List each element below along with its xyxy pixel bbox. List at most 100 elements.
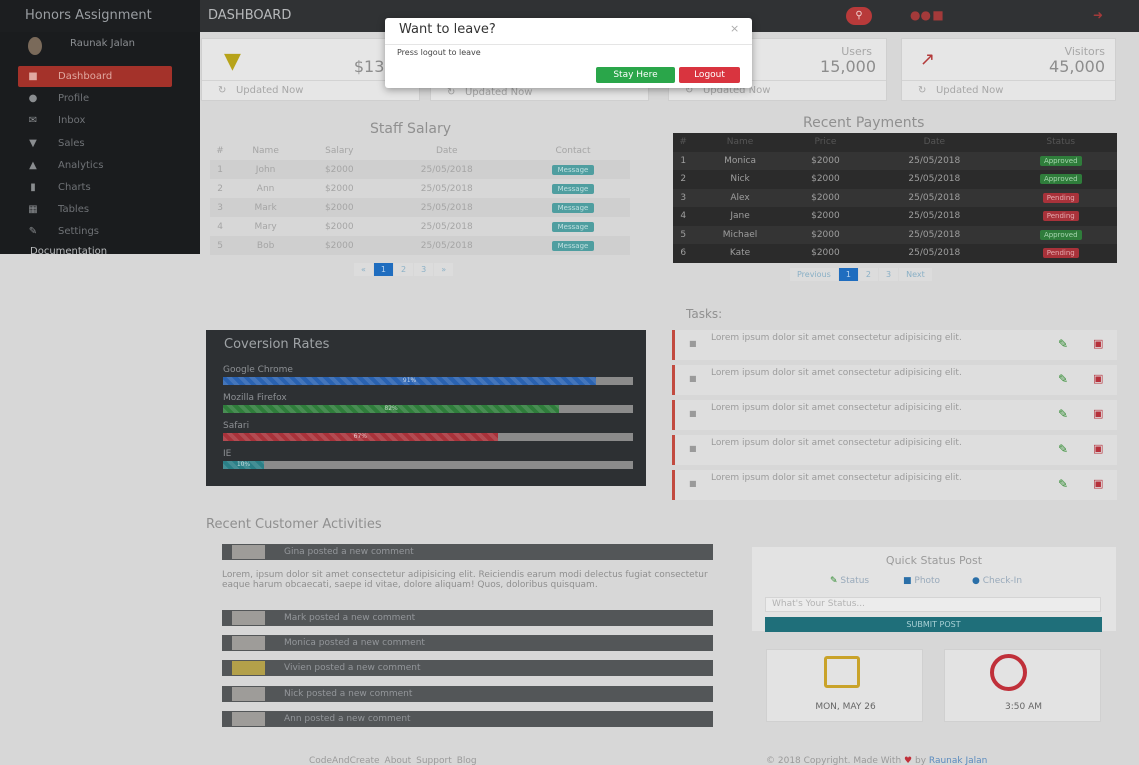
progress-track: 91% bbox=[223, 377, 633, 385]
message-button[interactable]: Message bbox=[551, 202, 595, 213]
submit-post-button[interactable]: SUBMIT POST bbox=[765, 617, 1102, 632]
card-footer: ↻ Updated Now bbox=[902, 80, 1115, 101]
footer-link[interactable]: About bbox=[385, 756, 412, 765]
brand-title[interactable]: Honors Assignment bbox=[0, 0, 200, 32]
message-button[interactable]: Message bbox=[551, 221, 595, 232]
pager-page-2[interactable]: 2 bbox=[858, 268, 878, 281]
progress-fill-firefox: 82% bbox=[223, 405, 560, 413]
footer-link[interactable]: CodeAndCreate bbox=[309, 756, 380, 765]
table-cell: $2000 bbox=[301, 160, 378, 179]
table-cell: $2000 bbox=[324, 183, 354, 194]
progress-text: 91% bbox=[402, 377, 417, 384]
sidebar-item-analytics[interactable]: ▲ Analytics bbox=[18, 155, 172, 176]
logout-icon[interactable]: ➜ bbox=[1090, 8, 1106, 22]
status-input[interactable]: What's Your Status... bbox=[765, 597, 1101, 612]
conversion-rates-title: Coversion Rates bbox=[224, 337, 330, 352]
recent-payments-title: Recent Payments bbox=[803, 115, 925, 131]
sidebar-item-charts[interactable]: ▮ Charts bbox=[18, 177, 172, 198]
sidebar-item-label: Dashboard bbox=[58, 71, 113, 82]
sidebar-item-tables[interactable]: ▦ Tables bbox=[18, 199, 172, 220]
pager-prev[interactable]: « bbox=[354, 263, 373, 276]
pager-next[interactable]: Next bbox=[899, 268, 932, 281]
pager-page-2[interactable]: 2 bbox=[394, 263, 414, 276]
table-cell: $2000 bbox=[786, 225, 865, 244]
activity-item[interactable]: Nick posted a new comment bbox=[222, 686, 713, 702]
sidebar-item-label: Sales bbox=[58, 138, 85, 149]
author-link[interactable]: Raunak Jalan bbox=[929, 756, 987, 765]
pager-previous[interactable]: Previous bbox=[790, 268, 838, 281]
task-text: Lorem ipsum dolor sit amet consectetur a… bbox=[711, 333, 962, 343]
footer-link[interactable]: Support bbox=[416, 756, 452, 765]
trash-icon[interactable]: ▣ bbox=[1093, 442, 1103, 455]
activity-item[interactable]: Gina posted a new comment bbox=[222, 544, 713, 560]
option-label: Check-In bbox=[982, 576, 1023, 586]
grip-icon: ■ bbox=[689, 374, 697, 383]
column-header: Name bbox=[252, 145, 279, 156]
refresh-icon: ↻ bbox=[447, 87, 456, 98]
table-cell: Pending bbox=[1004, 207, 1117, 226]
pager-page-3[interactable]: 3 bbox=[879, 268, 899, 281]
edit-icon[interactable]: ✎ bbox=[1058, 442, 1068, 456]
sidebar-item-documentation[interactable]: Documentation bbox=[30, 246, 107, 257]
pager-page-3[interactable]: 3 bbox=[414, 263, 434, 276]
table-cell: 5 bbox=[673, 225, 694, 244]
check-in-option[interactable]: ● Check-In bbox=[972, 576, 1022, 586]
staff-pagination: «1 2 3» bbox=[354, 263, 454, 276]
sidebar-item-profile[interactable]: ● Profile bbox=[18, 88, 172, 109]
bell-icon[interactable]: ■ bbox=[930, 8, 946, 22]
photo-option[interactable]: ■ Photo bbox=[903, 576, 940, 586]
activity-item[interactable]: Vivien posted a new comment bbox=[222, 660, 713, 676]
table-row: 2 Nick $2000 25/05/2018 Approved bbox=[673, 170, 1117, 189]
search-icon[interactable]: ⚲ bbox=[846, 7, 872, 25]
message-button[interactable]: Message bbox=[551, 164, 595, 175]
message-button[interactable]: Message bbox=[551, 183, 595, 194]
activity-item[interactable]: Mark posted a new comment bbox=[222, 610, 713, 626]
staff-salary-table: # Name Salary Date Contact 1 John $2000 … bbox=[210, 141, 630, 255]
sidebar-item-label: Charts bbox=[58, 182, 91, 193]
logout-button[interactable]: Logout bbox=[679, 67, 740, 83]
quick-status-title: Quick Status Post bbox=[885, 554, 983, 567]
table-cell: 4 bbox=[680, 211, 687, 222]
users-value: 15,000 bbox=[820, 57, 876, 76]
table-cell: $2000 bbox=[811, 174, 840, 185]
sidebar-item-label: Analytics bbox=[58, 160, 104, 171]
pager-page-1[interactable]: 1 bbox=[838, 268, 858, 281]
message-button[interactable]: Message bbox=[551, 240, 595, 251]
edit-icon[interactable]: ✎ bbox=[1058, 372, 1068, 386]
pager-next[interactable]: » bbox=[434, 263, 454, 276]
status-option[interactable]: ✎ Status bbox=[830, 576, 869, 586]
edit-icon[interactable]: ✎ bbox=[1058, 337, 1068, 351]
table-cell: Message bbox=[515, 236, 630, 255]
table-cell: Message bbox=[516, 217, 630, 236]
edit-icon[interactable]: ✎ bbox=[1058, 477, 1068, 491]
footer-link[interactable]: Blog bbox=[457, 756, 477, 765]
sidebar-item-dashboard[interactable]: ■ Dashboard bbox=[18, 66, 172, 87]
sidebar-item-sales[interactable]: ▼ Sales bbox=[18, 133, 172, 154]
users-icon[interactable]: ●● bbox=[910, 8, 931, 22]
table-icon: ▦ bbox=[28, 204, 38, 215]
close-icon[interactable]: × bbox=[730, 22, 739, 35]
activity-item[interactable]: Monica posted a new comment bbox=[222, 635, 713, 651]
pager-page-1[interactable]: 1 bbox=[373, 263, 393, 276]
refresh-icon: ↻ bbox=[218, 85, 227, 96]
table-cell: Pending bbox=[1004, 244, 1117, 263]
visitors-value: 45,000 bbox=[1049, 57, 1105, 76]
task-item: ■ Lorem ipsum dolor sit amet consectetur… bbox=[672, 400, 1117, 430]
edit-icon[interactable]: ✎ bbox=[1058, 407, 1068, 421]
progress-fill-safari: 67% bbox=[223, 433, 498, 441]
option-label: Status bbox=[840, 576, 870, 586]
activity-item[interactable]: Ann posted a new comment bbox=[222, 711, 713, 727]
stay-here-button[interactable]: Stay Here bbox=[596, 67, 675, 83]
trash-icon[interactable]: ▣ bbox=[1093, 477, 1103, 490]
trash-icon[interactable]: ▣ bbox=[1093, 372, 1103, 385]
trash-icon[interactable]: ▣ bbox=[1093, 337, 1103, 350]
bar-label-safari: Safari bbox=[223, 421, 250, 431]
avatar bbox=[232, 661, 265, 675]
activity-text: Gina posted a new comment bbox=[284, 547, 414, 557]
sidebar-item-settings[interactable]: ✎ Settings bbox=[18, 221, 172, 242]
staff-salary-title: Staff Salary bbox=[370, 121, 452, 137]
column-header: Date bbox=[435, 145, 458, 156]
trash-icon[interactable]: ▣ bbox=[1093, 407, 1103, 420]
bar-label-chrome: Google Chrome bbox=[223, 365, 293, 375]
sidebar-item-inbox[interactable]: ✉ Inbox bbox=[18, 110, 172, 131]
